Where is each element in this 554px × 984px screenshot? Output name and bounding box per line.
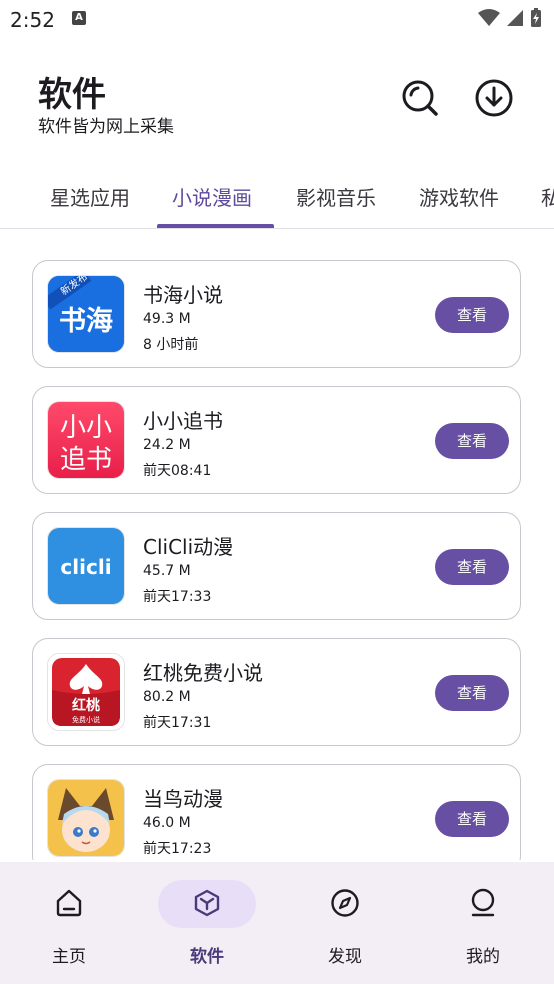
- app-time: 前天17:23: [143, 841, 212, 857]
- person-icon: [471, 888, 495, 917]
- icon-text-top: 小小: [60, 413, 112, 443]
- view-button[interactable]: 查看: [435, 297, 509, 333]
- icon-subtext: 免费小说: [72, 715, 100, 724]
- home-icon: [56, 889, 82, 917]
- view-button[interactable]: 查看: [435, 423, 509, 459]
- app-name: 红桃免费小说: [143, 661, 263, 685]
- list-item[interactable]: 当鸟动漫 46.0 M 前天17:23 查看: [32, 764, 521, 860]
- bottom-navigation: 主页 软件 发现 我的: [0, 862, 554, 984]
- list-item[interactable]: 红桃 免费小说 红桃免费小说 80.2 M 前天17:31 查看: [32, 638, 521, 746]
- compass-icon: [331, 889, 359, 917]
- view-button[interactable]: 查看: [435, 675, 509, 711]
- signal-icon: [507, 10, 523, 26]
- nav-label: 我的: [466, 947, 500, 967]
- icon-text: 书海: [59, 306, 113, 337]
- status-bar: 2:52 A: [0, 0, 554, 40]
- status-icons: [478, 8, 542, 28]
- view-button[interactable]: 查看: [435, 549, 509, 585]
- app-time: 前天17:33: [143, 589, 212, 605]
- app-name: 书海小说: [143, 283, 223, 307]
- tab-indicator: [157, 224, 274, 228]
- app-icon-dangniao: [47, 779, 125, 857]
- category-tabs: 星选应用 小说漫画 影视音乐 游戏软件 私: [0, 168, 554, 229]
- icon-text: clicli: [60, 555, 111, 579]
- app-size: 24.2 M: [143, 437, 191, 453]
- nav-item-software[interactable]: 软件: [138, 862, 276, 984]
- a-icon: A: [72, 11, 86, 25]
- nav-item-profile[interactable]: 我的: [414, 862, 552, 984]
- app-icon-hongtao: 红桃 免费小说: [47, 653, 125, 731]
- app-icon-xiaoxiao: 小小 追书: [47, 401, 125, 479]
- tab-partial[interactable]: 私: [541, 182, 554, 211]
- header: 软件 软件皆为网上采集: [0, 50, 554, 150]
- status-time: 2:52: [10, 8, 55, 32]
- tab-novels-comics[interactable]: 小说漫画: [172, 182, 252, 211]
- download-button[interactable]: [472, 76, 516, 120]
- wifi-icon: [478, 9, 500, 26]
- app-icon-clicli: clicli: [47, 527, 125, 605]
- app-time: 8 小时前: [143, 337, 199, 353]
- app-time: 前天17:31: [143, 715, 212, 731]
- search-icon: [402, 80, 438, 116]
- search-button[interactable]: [398, 76, 442, 120]
- nav-label: 软件: [190, 947, 224, 967]
- app-size: 45.7 M: [143, 563, 191, 579]
- page-title: 软件: [38, 75, 106, 115]
- list-item[interactable]: 小小 追书 小小追书 24.2 M 前天08:41 查看: [32, 386, 521, 494]
- list-item[interactable]: clicli CliCli动漫 45.7 M 前天17:33 查看: [32, 512, 521, 620]
- nav-label: 主页: [52, 947, 86, 967]
- icon-text: 红桃: [72, 697, 100, 714]
- app-name: 当鸟动漫: [143, 787, 223, 811]
- app-size: 46.0 M: [143, 815, 191, 831]
- app-list: 新发布 书海 书海小说 49.3 M 8 小时前 查看 小小 追书 小小追书 2…: [0, 260, 554, 860]
- app-size: 80.2 M: [143, 689, 191, 705]
- tab-games-software[interactable]: 游戏软件: [419, 182, 499, 211]
- cube-icon: [194, 889, 220, 917]
- app-time: 前天08:41: [143, 463, 212, 479]
- list-item[interactable]: 新发布 书海 书海小说 49.3 M 8 小时前 查看: [32, 260, 521, 368]
- nav-item-discover[interactable]: 发现: [276, 862, 414, 984]
- tab-featured-apps[interactable]: 星选应用: [50, 182, 130, 211]
- app-size: 49.3 M: [143, 311, 191, 327]
- icon-text-bottom: 追书: [60, 445, 112, 475]
- page-subtitle: 软件皆为网上采集: [38, 117, 174, 137]
- app-name: 小小追书: [143, 409, 223, 433]
- nav-label: 发现: [328, 947, 362, 967]
- app-icon-shuhai: 新发布 书海: [47, 275, 125, 353]
- nav-item-home[interactable]: 主页: [0, 862, 138, 984]
- battery-icon: [531, 8, 541, 27]
- view-button[interactable]: 查看: [435, 801, 509, 837]
- download-icon: [475, 79, 513, 117]
- tab-video-music[interactable]: 影视音乐: [296, 182, 376, 211]
- app-name: CliCli动漫: [143, 535, 234, 559]
